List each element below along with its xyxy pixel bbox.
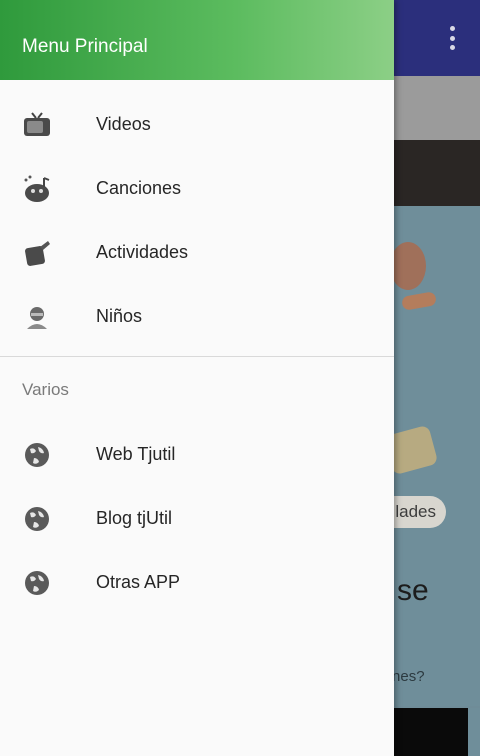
globe-icon <box>22 568 52 598</box>
child-icon <box>22 302 52 332</box>
menu-item-videos[interactable]: Videos <box>0 92 394 156</box>
bottom-banner <box>394 708 468 756</box>
bottom-edge <box>468 708 480 756</box>
link-web-tjutil[interactable]: Web Tjutil <box>0 422 394 486</box>
link-label: Otras APP <box>96 572 181 592</box>
link-otras-app[interactable]: Otras APP <box>0 550 394 614</box>
menu-item-label: Canciones <box>96 178 182 198</box>
menu-item-canciones[interactable]: Canciones <box>0 156 394 220</box>
navigation-drawer: Menu Principal Videos Canciones Activida… <box>0 0 394 756</box>
menu-item-label: Actividades <box>96 242 189 262</box>
link-label: Web Tjutil <box>96 444 176 464</box>
menu-item-ninos[interactable]: Niños <box>0 284 394 348</box>
menu-item-label: Niños <box>96 306 143 326</box>
link-label: Blog tjUtil <box>96 508 173 528</box>
tv-icon <box>22 110 52 140</box>
menu-item-actividades[interactable]: Actividades <box>0 220 394 284</box>
music-icon <box>22 174 52 204</box>
globe-icon <box>22 440 52 470</box>
drawer-header: Menu Principal <box>0 0 394 80</box>
section-title: Varios <box>22 380 69 399</box>
divider <box>0 356 394 357</box>
menu-item-label: Videos <box>96 114 151 134</box>
overflow-menu-icon[interactable] <box>440 26 464 50</box>
drawer-title: Menu Principal <box>22 36 148 57</box>
link-blog-tjutil[interactable]: Blog tjUtil <box>0 486 394 550</box>
globe-icon <box>22 504 52 534</box>
activity-icon <box>22 238 52 268</box>
